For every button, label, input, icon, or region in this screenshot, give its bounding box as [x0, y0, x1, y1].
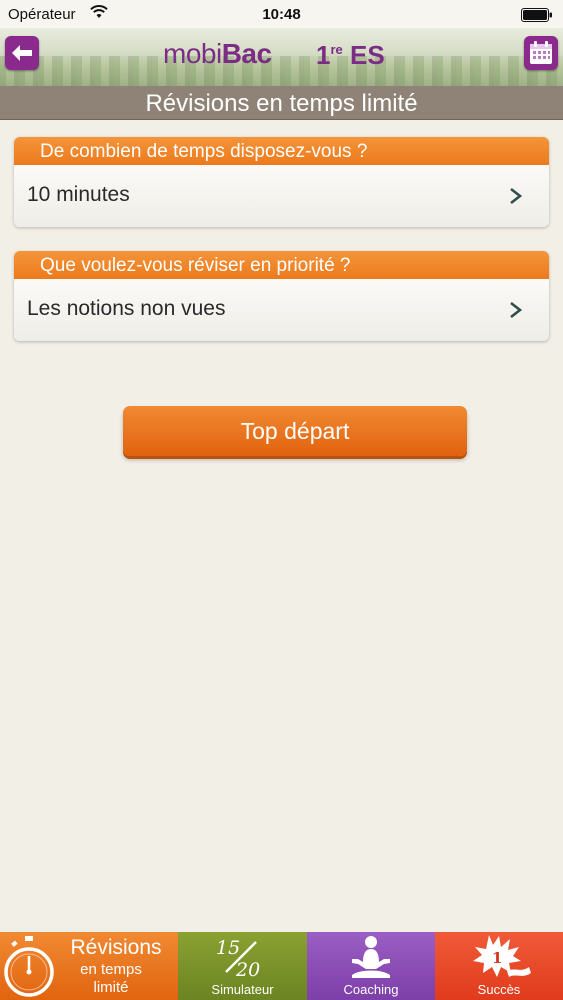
logo-light-text: mobi	[163, 38, 222, 69]
grade-track: ES	[350, 40, 385, 70]
chevron-right-icon	[510, 301, 523, 319]
priority-card: Que voulez-vous réviser en priorité ? Le…	[14, 251, 549, 341]
tab-simulateur[interactable]: 15 20 Simulateur	[178, 932, 307, 1000]
title-bar: Révisions en temps limité	[0, 86, 563, 120]
status-time: 10:48	[262, 6, 301, 23]
succes-badge: 1	[492, 949, 502, 967]
score-top: 15	[216, 937, 240, 959]
page-title: Révisions en temps limité	[145, 90, 418, 117]
score-icon: 15 20	[216, 937, 260, 980]
start-button-label: Top départ	[240, 418, 350, 444]
app-logo: mobiBac	[163, 38, 272, 70]
duration-selector[interactable]: 10 minutes	[14, 165, 549, 227]
calendar-button[interactable]	[524, 36, 558, 70]
grade-suffix: re	[330, 42, 343, 57]
tab-coaching[interactable]: Coaching	[307, 932, 435, 1000]
duration-value: 10 minutes	[27, 183, 130, 206]
tab-bar: Révisions en temps limité 15 20 Simulate…	[0, 932, 563, 1000]
logo-bold-text: Bac	[221, 38, 272, 69]
grade-number: 1	[316, 40, 331, 70]
tab-succes[interactable]: 1 Succès	[435, 932, 563, 1000]
tab-revisions-subtitle-1: en temps	[80, 961, 142, 978]
header-background-image	[0, 56, 563, 86]
meditation-icon	[352, 936, 390, 978]
grade-label: 1re ES	[316, 40, 385, 71]
back-arrow-icon	[12, 45, 32, 61]
battery-icon	[521, 8, 552, 22]
score-bottom: 20	[235, 959, 260, 980]
priority-selector[interactable]: Les notions non vues	[14, 279, 549, 341]
duration-card: De combien de temps disposez-vous ? 10 m…	[14, 137, 549, 227]
chevron-right-icon	[510, 187, 523, 205]
tab-succes-label: Succès	[477, 982, 521, 997]
calendar-icon	[530, 41, 552, 64]
tab-revisions-title: Révisions	[70, 936, 162, 959]
stopwatch-icon	[4, 936, 54, 997]
start-button[interactable]: Top départ	[123, 406, 467, 456]
tab-revisions-subtitle-2: limité	[93, 979, 129, 996]
tab-coaching-label: Coaching	[343, 982, 399, 997]
tab-revisions[interactable]: Révisions en temps limité	[0, 932, 178, 1000]
priority-question-label: Que voulez-vous réviser en priorité ?	[40, 255, 351, 276]
duration-card-header: De combien de temps disposez-vous ?	[14, 137, 549, 165]
app-header: mobiBac 1re ES	[0, 28, 563, 86]
priority-value: Les notions non vues	[27, 297, 226, 320]
burst-icon: 1	[473, 935, 531, 977]
status-bar: Opérateur 10:48	[0, 0, 563, 28]
duration-question-label: De combien de temps disposez-vous ?	[40, 141, 368, 162]
tab-simulateur-label: Simulateur	[211, 982, 274, 997]
back-button[interactable]	[5, 36, 39, 70]
priority-card-header: Que voulez-vous réviser en priorité ?	[14, 251, 549, 279]
